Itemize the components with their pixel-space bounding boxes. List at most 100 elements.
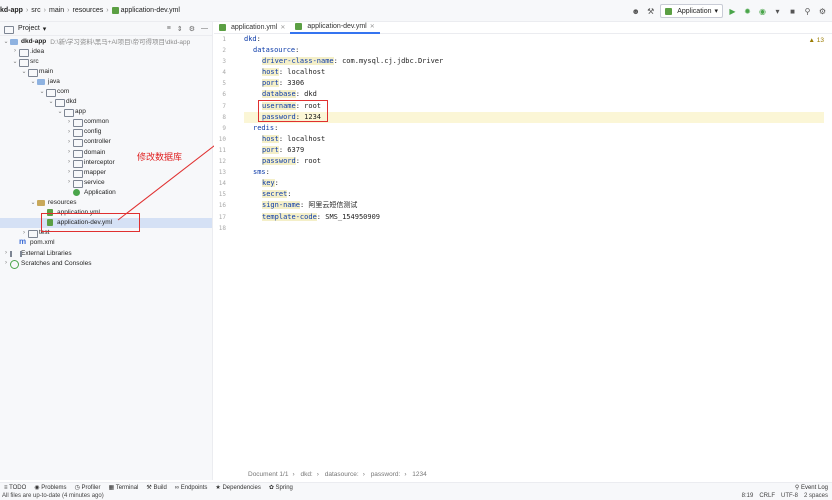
chevron-right-icon[interactable]: › <box>65 149 73 155</box>
more-actions-icon[interactable]: ▾ <box>772 6 783 17</box>
code-line[interactable]: template-code: SMS_154950909 <box>244 212 824 223</box>
tree-node-controller[interactable]: › controller <box>0 137 212 148</box>
editor-breadcrumb-value[interactable]: 1234 <box>412 471 426 478</box>
chevron-right-icon[interactable]: › <box>65 139 73 145</box>
chevron-right-icon[interactable]: › <box>65 159 73 165</box>
code-line[interactable]: driver-class-name: com.mysql.cj.jdbc.Dri… <box>244 56 824 67</box>
chevron-down-icon[interactable]: ⌄ <box>56 108 64 115</box>
tool-build[interactable]: ⚒ Build <box>146 484 166 491</box>
chevron-right-icon[interactable]: › <box>65 169 73 175</box>
chevron-right-icon[interactable]: › <box>65 179 73 185</box>
editor-breadcrumb-datasource[interactable]: datasource: <box>325 471 359 478</box>
editor-breadcrumb-doc[interactable]: Document 1/1 <box>248 471 288 478</box>
caret-position[interactable]: 8:19 <box>742 493 754 499</box>
chevron-right-icon[interactable]: › <box>2 260 10 266</box>
tool-dependencies[interactable]: ★ Dependencies <box>215 484 260 491</box>
code-line[interactable]: password: root <box>244 156 824 167</box>
run-configuration-select[interactable]: Application ▾ <box>660 4 723 18</box>
chevron-right-icon[interactable]: › <box>65 129 73 135</box>
tree-node-scratches-and-consoles[interactable]: › Scratches and Consoles <box>0 258 212 269</box>
breadcrumb-src[interactable]: src <box>31 7 40 14</box>
tool-spring[interactable]: ✿ Spring <box>269 484 293 491</box>
tool-endpoints[interactable]: ∞ Endpoints <box>175 485 208 491</box>
tree-node-mapper[interactable]: › mapper <box>0 167 212 178</box>
tool-terminal[interactable]: ▦ Terminal <box>108 484 138 491</box>
status-message[interactable]: All files are up-to-date (4 minutes ago) <box>2 493 104 499</box>
user-icon[interactable]: ☻ <box>630 6 641 17</box>
code-line[interactable]: sign-name: 阿里云短信测试 <box>244 200 824 211</box>
code-line[interactable]: host: localhost <box>244 134 824 145</box>
event-log-button[interactable]: ⚲ Event Log <box>795 484 832 491</box>
run-icon[interactable]: ▶ <box>727 6 738 17</box>
close-icon[interactable]: ✕ <box>370 23 375 30</box>
chevron-down-icon[interactable]: ⌄ <box>20 68 28 75</box>
indent-setting[interactable]: 2 spaces <box>804 493 828 499</box>
settings-gear-icon[interactable]: ⚙ <box>817 6 828 17</box>
tree-node-external-libraries[interactable]: › External Libraries <box>0 248 212 258</box>
breadcrumb-resources[interactable]: resources <box>73 7 104 14</box>
tab-application-yml[interactable]: application.yml ✕ <box>214 22 290 34</box>
code-line[interactable]: database: dkd <box>244 89 824 100</box>
tree-node--idea[interactable]: › .idea <box>0 46 212 57</box>
stop-icon[interactable]: ■ <box>787 6 798 17</box>
project-panel-title[interactable]: Project <box>18 25 40 32</box>
chevron-right-icon[interactable]: › <box>65 119 73 125</box>
tool-profiler[interactable]: ◷ Profiler <box>75 484 101 491</box>
code-line[interactable]: password: 1234 <box>244 111 824 123</box>
line-separator[interactable]: CRLF <box>759 493 775 499</box>
code-line[interactable]: dkd: <box>244 34 824 45</box>
breadcrumb-project[interactable]: kd-app <box>0 7 23 14</box>
close-icon[interactable]: ✕ <box>280 24 285 31</box>
tree-node-java[interactable]: ⌄ java <box>0 76 212 86</box>
coverage-icon[interactable]: ◉ <box>757 6 768 17</box>
code-area[interactable]: dkd: datasource: driver-class-name: com.… <box>244 34 824 234</box>
code-line[interactable]: sms: <box>244 167 824 178</box>
collapse-all-icon[interactable]: ≡ <box>167 25 171 33</box>
file-encoding[interactable]: UTF-8 <box>781 493 798 499</box>
chevron-down-icon[interactable]: ⌄ <box>38 88 46 95</box>
hammer-icon[interactable]: ⚒ <box>645 6 656 17</box>
code-line[interactable]: port: 3306 <box>244 78 824 89</box>
breadcrumb-file[interactable]: application-dev.yml <box>121 7 180 14</box>
code-line[interactable]: username: root <box>244 101 824 112</box>
expand-all-icon[interactable]: ⇕ <box>177 25 183 33</box>
editor-breadcrumb-password[interactable]: password: <box>371 471 401 478</box>
gear-icon[interactable]: ⚙ <box>189 25 195 33</box>
chevron-down-icon[interactable]: ⌄ <box>29 78 37 85</box>
code-line[interactable]: redis: <box>244 123 824 134</box>
tree-node-dkd[interactable]: ⌄ dkd <box>0 97 212 108</box>
chevron-right-icon[interactable]: › <box>20 230 28 236</box>
chevron-down-icon[interactable]: ⌄ <box>47 98 55 105</box>
tree-node-main[interactable]: ⌄ main <box>0 66 212 77</box>
tree-node-service[interactable]: › service <box>0 177 212 188</box>
tree-node-pom-xml[interactable]: pom.xml <box>0 237 212 248</box>
tab-application-dev-yml[interactable]: application-dev.yml ✕ <box>290 22 380 34</box>
tree-node-common[interactable]: › common <box>0 117 212 128</box>
code-line[interactable]: port: 6379 <box>244 145 824 156</box>
tree-node-application[interactable]: Application <box>0 187 212 197</box>
chevron-right-icon[interactable]: › <box>2 250 10 256</box>
chevron-down-icon[interactable]: ⌄ <box>29 199 37 206</box>
code-line[interactable] <box>244 223 824 234</box>
search-icon[interactable]: ⚲ <box>802 6 813 17</box>
chevron-down-icon[interactable]: ⌄ <box>11 58 19 65</box>
debug-icon[interactable]: ✹ <box>742 6 753 17</box>
code-line[interactable]: datasource: <box>244 45 824 56</box>
breadcrumb-main[interactable]: main <box>49 7 64 14</box>
tree-node-com[interactable]: ⌄ com <box>0 86 212 98</box>
tool-todo[interactable]: ≡ TODO <box>4 485 26 491</box>
inspection-warnings[interactable]: ▲ 13 <box>809 37 824 44</box>
tree-node-dkd-app[interactable]: ⌄ dkd-app D:\新\学习资料\黑马+AI项目\帝可得项目\dkd-app <box>0 36 212 47</box>
code-line[interactable]: host: localhost <box>244 67 824 78</box>
tree-node-config[interactable]: › config <box>0 127 212 138</box>
hide-icon[interactable]: — <box>201 25 208 33</box>
tree-node-src[interactable]: ⌄ src <box>0 56 212 67</box>
chevron-down-icon[interactable]: ▾ <box>43 25 47 33</box>
code-line[interactable]: secret: <box>244 189 824 200</box>
tree-node-app[interactable]: ⌄ app <box>0 107 212 118</box>
tool-problems[interactable]: ◉ Problems <box>34 484 66 491</box>
editor-breadcrumb-dkd[interactable]: dkd: <box>300 471 312 478</box>
chevron-right-icon[interactable]: › <box>11 48 19 54</box>
code-line[interactable]: key: <box>244 178 824 189</box>
tree-node-resources[interactable]: ⌄ resources <box>0 198 212 208</box>
